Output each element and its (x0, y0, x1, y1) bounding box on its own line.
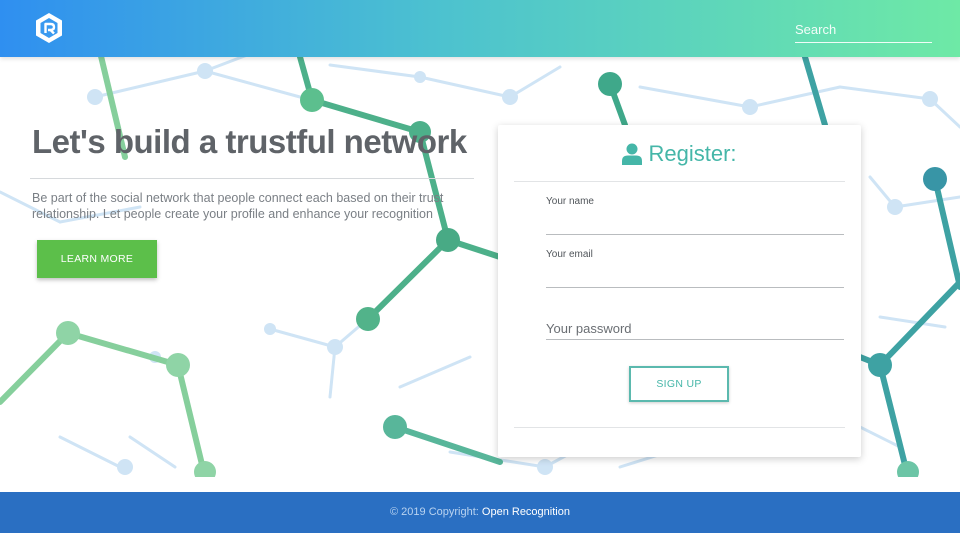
learn-more-button[interactable]: LEARN MORE (37, 240, 157, 278)
register-heading: Register: (498, 141, 861, 167)
hero-title: Let's build a trustful network (32, 123, 467, 160)
password-field[interactable] (546, 318, 844, 340)
top-navbar (0, 0, 960, 57)
register-card: Register: Your name Your email SIGN UP (498, 125, 861, 457)
email-field[interactable] (546, 266, 844, 288)
name-field[interactable] (546, 213, 844, 235)
search-input[interactable] (795, 16, 932, 43)
card-divider-top (514, 181, 845, 182)
email-label: Your email (546, 249, 593, 260)
hexagon-logo-icon[interactable] (35, 12, 63, 44)
footer-copyright: © 2019 Copyright: (390, 506, 479, 518)
hero-description: Be part of the social network that peopl… (32, 191, 444, 221)
footer-link-open-recognition[interactable]: Open Recognition (482, 506, 570, 518)
register-title: Register: (648, 141, 737, 166)
name-label: Your name (546, 196, 594, 207)
footer: © 2019 Copyright: Open Recognition (0, 492, 960, 533)
sign-up-button[interactable]: SIGN UP (629, 366, 729, 402)
hero-divider (30, 178, 474, 179)
card-divider-bottom (514, 427, 845, 428)
user-icon (622, 143, 643, 165)
